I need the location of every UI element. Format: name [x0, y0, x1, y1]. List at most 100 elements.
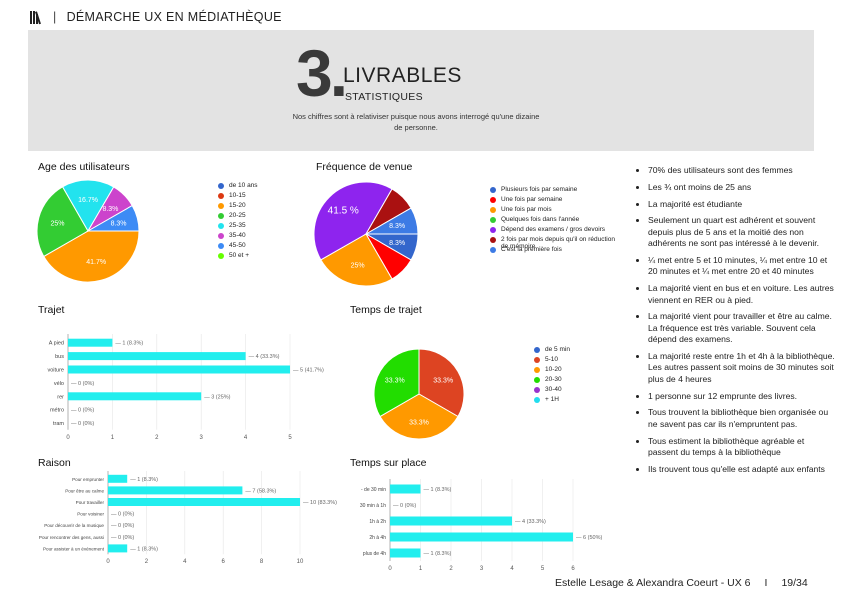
temps-pie-chart: 33.3% 33.3% 33.3% [373, 348, 465, 440]
legend-swatch [218, 193, 224, 199]
freq-slice-label: 41.5 % [328, 206, 359, 217]
freq-pie-chart: 8.3% 25% 41.5 % 8.3% [313, 181, 419, 287]
surplace-bar [390, 484, 421, 494]
legend-swatch [218, 233, 224, 239]
trajet-data-label: — 0 (0%) [71, 408, 94, 414]
raison-data-label: — 0 (0%) [111, 535, 134, 541]
trajet-data-label: — 4 (33.3%) [249, 354, 280, 360]
finding-item: 70% des utilisateurs sont des femmes [648, 165, 836, 176]
legend-item: 20-30 [534, 376, 594, 386]
surplace-bar [390, 516, 512, 526]
raison-bar [108, 544, 128, 553]
legend-label: C'est la première fois [501, 246, 562, 253]
finding-item: ¼ met entre 5 et 10 minutes, ¼ met entre… [648, 255, 836, 278]
legend-item: 35-40 [218, 232, 288, 242]
trajet-x-tick: 4 [244, 435, 248, 441]
legend-swatch [534, 367, 540, 373]
trajet-bar [68, 392, 202, 401]
raison-category-label: Pour voisiner [77, 512, 104, 517]
section-note: Nos chiffres sont à relativiser puisque … [292, 112, 540, 132]
raison-bar [108, 498, 300, 506]
raison-data-label: — 0 (0%) [111, 512, 134, 518]
temps-slice-label: 33.3% [433, 378, 453, 385]
raison-chart-title: Raison [38, 457, 71, 469]
surplace-category-label: 1h à 2h [369, 519, 386, 525]
trajet-data-label: — 0 (0%) [71, 381, 94, 387]
legend-swatch [490, 227, 496, 233]
trajet-category-label: tram [53, 421, 64, 427]
legend-label: 35-40 [229, 232, 246, 239]
age-slice-label: 25% [50, 220, 64, 227]
surplace-x-tick: 1 [419, 566, 423, 572]
age-slice-label: 8.3% [102, 206, 118, 213]
legend-item: 30-40 [534, 386, 594, 396]
legend-item: Quelques fois dans l'année [490, 216, 622, 226]
surplace-category-label: 30 min à 1h [360, 503, 386, 509]
finding-item: Seulement un quart est adhérent et souve… [648, 215, 836, 249]
surplace-category-label: 2h à 4h [369, 535, 386, 541]
surplace-chart-title: Temps sur place [350, 457, 427, 469]
freq-chart-title: Fréquence de venue [316, 161, 413, 173]
trajet-category-label: métro [50, 408, 64, 414]
trajet-data-label: — 5 (41.7%) [293, 368, 324, 374]
legend-item: de 10 ans [218, 182, 288, 192]
raison-bar [108, 486, 243, 495]
findings-list: 70% des utilisateurs sont des femmes Les … [632, 165, 836, 481]
temps-slice-label: 33.3% [409, 419, 429, 426]
legend-item: Une fois par semaine [490, 196, 622, 206]
legend-item: 50 et + [218, 252, 288, 262]
surplace-x-tick: 2 [449, 566, 453, 572]
finding-item: Tous trouvent la bibliothèque bien organ… [648, 407, 836, 430]
footer: Estelle Lesage & Alexandra Coeurt - UX 6… [555, 577, 808, 589]
trajet-x-tick: 0 [66, 435, 70, 441]
finding-item: La majorité reste entre 1h et 4h à la bi… [648, 351, 836, 385]
legend-label: + 1H [545, 396, 559, 403]
legend-swatch [218, 223, 224, 229]
legend-label: Plusieurs fois par semaine [501, 186, 578, 193]
footer-authors: Estelle Lesage & Alexandra Coeurt - UX 6 [555, 577, 751, 589]
raison-x-tick: 4 [183, 559, 187, 565]
legend-swatch [534, 347, 540, 353]
surplace-bar [390, 548, 421, 558]
legend-label: de 10 ans [229, 182, 258, 189]
legend-item: 10-15 [218, 192, 288, 202]
trajet-x-tick: 2 [155, 435, 159, 441]
surplace-data-label: — 6 (50%) [576, 535, 602, 541]
header: | DÉMARCHE UX EN MÉDIATHÈQUE [30, 8, 282, 26]
legend-item: 10-20 [534, 366, 594, 376]
raison-bar-chart: 0 2 4 6 8 10 Pour emprunter — 1 (8.3%) Pour être… [39, 471, 337, 565]
freq-slice-label: 8.3% [389, 223, 405, 230]
raison-x-tick: 0 [106, 559, 110, 565]
page-number: 19/34 [781, 577, 808, 589]
raison-x-tick: 10 [297, 559, 304, 565]
trajet-x-tick: 3 [200, 435, 204, 441]
legend-swatch [490, 217, 496, 223]
legend-label: 50 et + [229, 252, 250, 259]
legend-label: 5-10 [545, 356, 559, 363]
temps-slice-label: 33.3% [385, 378, 405, 385]
trajet-category-label: rer [57, 394, 64, 400]
finding-item: La majorité vient pour travailler et êtr… [648, 311, 836, 345]
legend-label: 10-15 [229, 192, 246, 199]
finding-item: Les ¾ ont moins de 25 ans [648, 182, 836, 193]
legend-item: de 5 min [534, 346, 594, 356]
trajet-category-label: voiture [47, 368, 64, 374]
trajet-data-label: — 1 (8.3%) [115, 341, 143, 347]
freq-legend: Plusieurs fois par semaine Une fois par s… [490, 186, 622, 256]
raison-data-label: — 1 (8.3%) [130, 546, 158, 552]
age-chart-title: Age des utilisateurs [38, 161, 130, 173]
legend-label: Dépend des examens / gros devoirs [501, 226, 606, 233]
legend-swatch [534, 377, 540, 383]
header-title: DÉMARCHE UX EN MÉDIATHÈQUE [66, 10, 282, 24]
surplace-x-tick: 6 [571, 566, 575, 572]
trajet-data-label: — 3 (25%) [204, 394, 230, 400]
legend-swatch [534, 387, 540, 393]
legend-item: + 1H [534, 396, 594, 406]
legend-swatch [490, 197, 496, 203]
surplace-x-tick: 0 [388, 566, 392, 572]
legend-label: 30-40 [545, 386, 562, 393]
finding-item: Tous estiment la bibliothèque agréable e… [648, 436, 836, 459]
surplace-category-label: - de 30 min [361, 487, 386, 493]
legend-label: Quelques fois dans l'année [501, 216, 580, 223]
legend-label: 25-35 [229, 222, 246, 229]
